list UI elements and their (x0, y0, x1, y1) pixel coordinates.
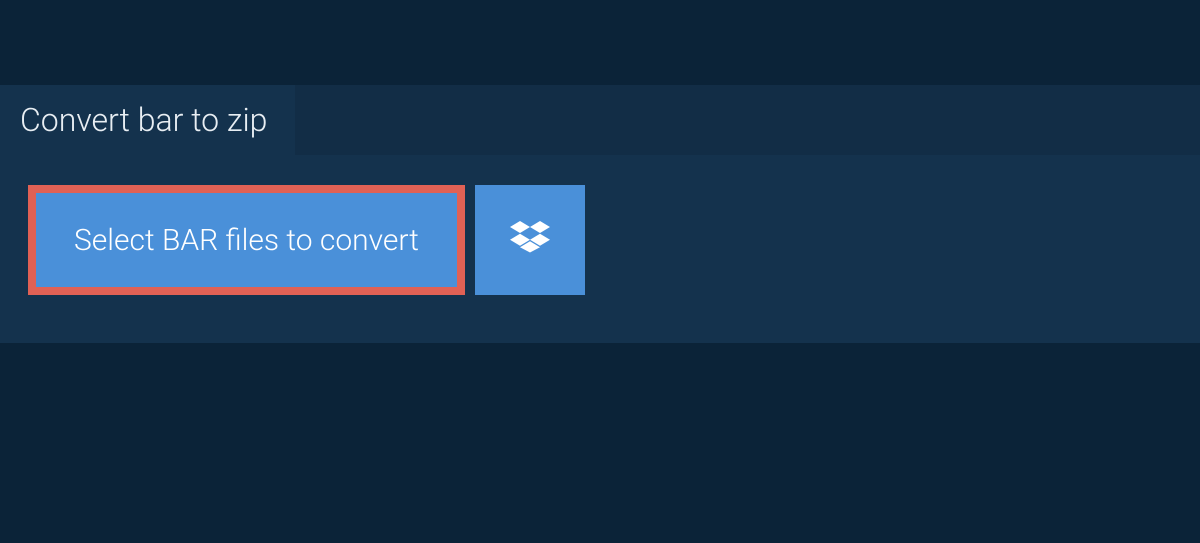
tab-convert[interactable]: Convert bar to zip (0, 85, 295, 155)
select-files-label: Select BAR files to convert (74, 223, 419, 258)
button-group: Select BAR files to convert (28, 185, 1172, 295)
top-background (0, 0, 1200, 85)
select-files-button[interactable]: Select BAR files to convert (28, 185, 465, 295)
dropbox-icon (510, 218, 550, 262)
tab-label: Convert bar to zip (20, 101, 267, 139)
tab-row: Convert bar to zip (0, 85, 1200, 155)
dropbox-button[interactable] (475, 185, 585, 295)
bottom-background (0, 343, 1200, 543)
content-panel: Select BAR files to convert (0, 155, 1200, 343)
